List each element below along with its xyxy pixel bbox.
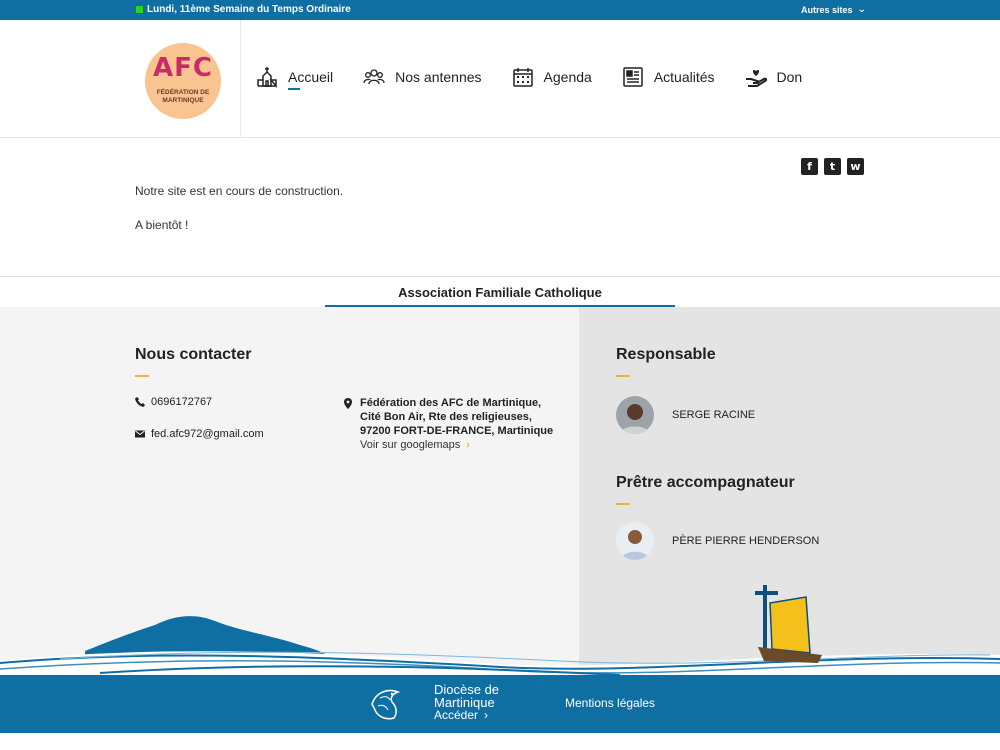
liturgy-info: Lundi, 11ème Semaine du Temps Ordinaire (135, 4, 351, 15)
liturgy-text: Lundi, 11ème Semaine du Temps Ordinaire (147, 4, 351, 15)
whatsapp-icon[interactable]: w (847, 158, 864, 175)
nav-item-accueil[interactable]: Accueil (256, 66, 334, 90)
boat-illustration (755, 585, 822, 663)
see-you-message: A bientôt ! (135, 218, 189, 232)
map-pin-icon (344, 398, 352, 409)
email-address: fed.afc972@gmail.com (151, 428, 264, 440)
envelope-icon (135, 430, 145, 438)
diocese-bird-logo-icon[interactable] (368, 684, 404, 722)
mentions-legales-link[interactable]: Mentions légales (565, 696, 655, 710)
nav-item-nos-antennes[interactable]: Nos antennes (363, 66, 482, 88)
social-share: f t w (801, 158, 864, 175)
bottom-bar (0, 675, 1000, 733)
acceder-link[interactable]: Accéder › (434, 709, 499, 722)
nav-item-don[interactable]: Don (745, 66, 803, 88)
responsable-person[interactable]: SERGE RACINE (616, 396, 755, 434)
acceder-label: Accéder (434, 708, 479, 722)
church-icon (257, 67, 277, 88)
responsable-name: SERGE RACINE (672, 409, 756, 421)
contact-accent (135, 375, 149, 377)
pretre-person[interactable]: PÈRE PIERRE HENDERSON (616, 522, 819, 560)
sea-illustration (0, 585, 1000, 677)
nav-label: Don (776, 69, 803, 85)
section-divider (0, 276, 1000, 277)
phone-icon (135, 397, 145, 407)
nav-label: Actualités (653, 69, 715, 85)
donate-heart-hand-icon (745, 69, 767, 87)
construction-message: Notre site est en cours de construction. (135, 184, 344, 198)
googlemaps-link[interactable]: Voir sur googlemaps › (360, 438, 553, 452)
association-title: Association Familiale Catholique (398, 285, 602, 300)
pretre-accent (616, 503, 630, 505)
facebook-icon[interactable]: f (801, 158, 818, 175)
chevron-right-icon: › (484, 708, 489, 722)
responsable-title: Responsable (616, 346, 716, 363)
nav-label: Nos antennes (395, 69, 482, 85)
pretre-name: PÈRE PIERRE HENDERSON (672, 535, 820, 547)
nav-item-actualites[interactable]: Actualités (622, 66, 715, 88)
diocese-link[interactable]: Diocèse de Martinique Accéder › (434, 683, 499, 722)
island-shape (85, 616, 330, 657)
people-icon (363, 69, 385, 85)
address-line-2: Cité Bon Air, Rte des religieuses, (360, 411, 532, 423)
top-bar: Lundi, 11ème Semaine du Temps Ordinaire … (0, 0, 1000, 20)
avatar (616, 396, 654, 434)
twitter-icon[interactable]: t (824, 158, 841, 175)
avatar (616, 522, 654, 560)
calendar-icon (512, 68, 533, 87)
googlemaps-label: Voir sur googlemaps (360, 439, 461, 451)
newspaper-icon (623, 67, 643, 87)
address-line-1: Fédération des AFC de Martinique, (360, 397, 542, 409)
other-sites-label: Autres sites (801, 4, 853, 15)
contact-title: Nous contacter (135, 346, 252, 363)
nav-label: Accueil (288, 69, 334, 90)
nav-item-agenda[interactable]: Agenda (512, 66, 592, 88)
contact-phone[interactable]: 0696172767 (135, 396, 212, 408)
contact-email[interactable]: fed.afc972@gmail.com (135, 428, 264, 440)
other-sites-dropdown[interactable]: Autres sites ⌄ (801, 4, 866, 15)
afc-logo[interactable]: AFC FÉDÉRATION DE MARTINIQUE (145, 43, 221, 119)
main-nav: Accueil Nos antennes Agenda Actualités D… (256, 66, 832, 90)
chevron-down-icon: ⌄ (856, 4, 866, 14)
pretre-title: Prêtre accompagnateur (616, 474, 795, 491)
liturgical-color-icon (135, 5, 144, 14)
chevron-right-icon: › (466, 439, 470, 451)
nav-label: Agenda (543, 69, 592, 85)
logo-container: AFC FÉDÉRATION DE MARTINIQUE (135, 20, 241, 138)
site-header: AFC FÉDÉRATION DE MARTINIQUE Accueil Nos… (0, 20, 1000, 138)
address-line-3: 97200 FORT-DE-FRANCE, Martinique (360, 425, 554, 437)
phone-number: 0696172767 (151, 396, 213, 408)
contact-address: Fédération des AFC de Martinique, Cité B… (344, 396, 553, 452)
responsable-accent (616, 375, 630, 377)
